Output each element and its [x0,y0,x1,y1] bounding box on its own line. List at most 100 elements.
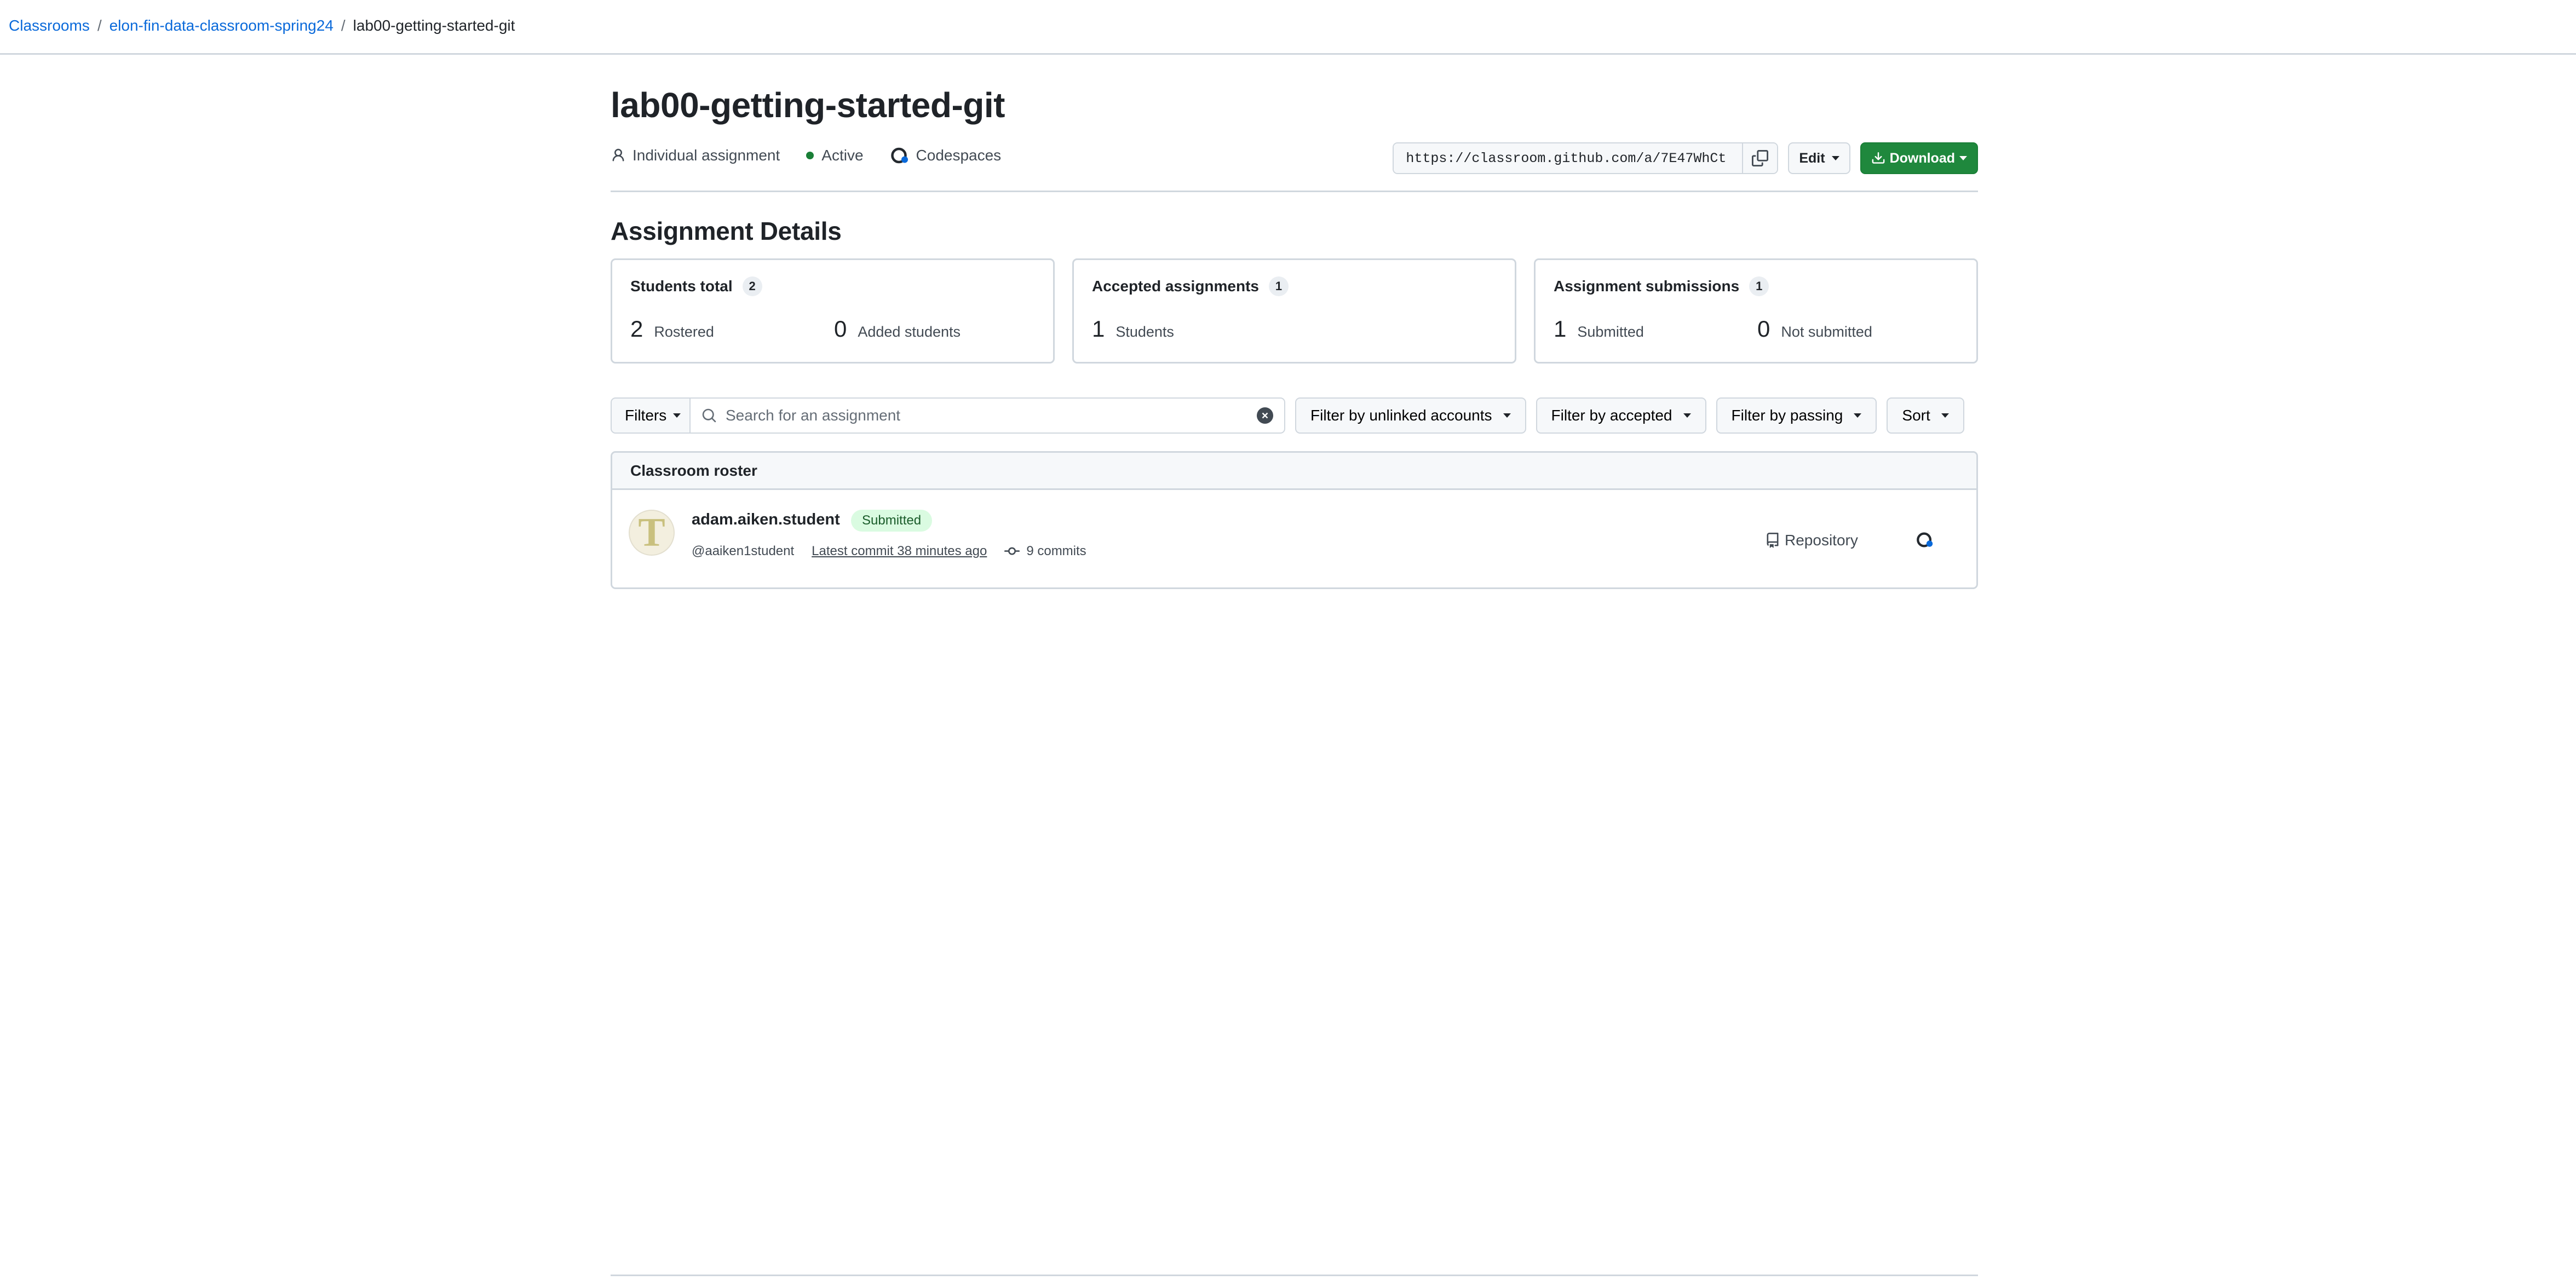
count-badge: 1 [1749,276,1769,296]
sort-button[interactable]: Sort [1887,397,1964,434]
breadcrumb: Classrooms / elon-fin-data-classroom-spr… [9,17,515,34]
avatar-initial: T [638,510,665,555]
status-label: Active [821,147,864,164]
search-box [691,397,1285,434]
person-icon [612,148,624,162]
assignment-meta: Individual assignment Active Codespaces [611,146,1027,165]
codespaces-icon [890,147,908,164]
stat-value: 0 [834,316,847,342]
assignment-type-label: Individual assignment [633,147,780,164]
search-icon [702,408,716,423]
copy-icon [1752,150,1769,166]
stat-students: 1 Students [1092,316,1296,342]
card-stats: 2 Rostered 0 Added students [630,316,1038,342]
card-stats: 1 Submitted 0 Not submitted [1554,316,1961,342]
filter-bar: Filters Filter by unlinked accounts Filt… [611,397,1978,434]
card-title: Assignment submissions [1554,278,1740,295]
status-badge: Submitted [851,510,933,532]
repository-label: Repository [1785,532,1858,549]
invite-url-field[interactable] [1394,143,1743,173]
stat-label: Students [1116,324,1174,340]
card-title: Accepted assignments [1092,278,1259,295]
details-heading: Assignment Details [611,217,842,245]
filter-accepted-label: Filter by accepted [1551,407,1672,424]
breadcrumb-current: lab00-getting-started-git [353,17,515,34]
stat-value: 0 [1757,316,1770,342]
status-dot-icon [806,152,814,159]
breadcrumb-classrooms-link[interactable]: Classrooms [9,17,90,34]
stat-added-students: 0 Added students [834,316,1038,342]
assignment-status: Active [806,147,864,164]
latest-commit-link[interactable]: Latest commit 38 minutes ago [812,544,987,559]
chevron-down-icon [1941,413,1949,418]
download-icon [1872,152,1884,164]
footer-divider [611,1275,1978,1276]
assignment-type: Individual assignment [611,147,780,164]
card-header: Assignment submissions 1 [1554,276,1958,296]
filters-label: Filters [625,407,667,424]
edit-button[interactable]: Edit [1788,142,1850,174]
stat-value: 1 [1092,316,1105,342]
chevron-down-icon [1831,156,1839,160]
student-name-link[interactable]: adam.aiken.student [692,511,840,529]
commit-count: 9 commits [1004,544,1086,559]
copy-url-button[interactable] [1742,143,1778,173]
filter-unlinked-label: Filter by unlinked accounts [1310,407,1492,424]
filter-unlinked-accounts-button[interactable]: Filter by unlinked accounts [1295,397,1526,434]
card-header: Students total 2 [630,276,1035,296]
stat-submitted: 1 Submitted [1554,316,1757,342]
stat-label: Submitted [1577,324,1644,340]
stat-rostered: 2 Rostered [630,316,834,342]
accepted-assignments-card: Accepted assignments 1 1 Students [1072,258,1516,364]
stat-label: Added students [858,324,961,340]
details-cards: Students total 2 2 Rostered 0 Added stud… [611,258,1978,364]
chevron-down-icon [1854,413,1862,418]
repository-link[interactable]: Repository [1765,532,1858,549]
breadcrumb-classroom-link[interactable]: elon-fin-data-classroom-spring24 [110,17,334,34]
header-divider [611,191,1978,192]
assignment-actions: Edit Download [1393,142,1978,174]
card-stats: 1 Students [1092,316,1296,342]
codespaces-icon[interactable] [1916,531,1934,553]
stat-label: Not submitted [1781,324,1872,340]
card-title: Students total [630,278,733,295]
download-button[interactable]: Download [1860,142,1978,174]
avatar[interactable]: T [629,510,675,556]
roster-header: Classroom roster [612,453,1976,490]
stat-not-submitted: 0 Not submitted [1757,316,1961,342]
top-bar: Classrooms / elon-fin-data-classroom-spr… [0,0,2576,55]
list-item: T adam.aiken.student Submitted @aaiken1s… [612,490,1976,587]
chevron-down-icon [1683,413,1691,418]
student-handle: @aaiken1student [692,544,795,558]
count-badge: 2 [742,276,762,296]
chevron-down-icon [1959,156,1967,160]
breadcrumb-separator: / [97,17,102,34]
assignment-environment: Codespaces [890,146,1002,165]
invite-url-group [1393,142,1779,174]
download-button-label: Download [1889,150,1955,166]
search-input[interactable] [726,407,1257,424]
stat-value: 1 [1554,316,1567,342]
edit-button-label: Edit [1799,150,1825,166]
environment-label: Codespaces [916,147,1002,164]
assignment-submissions-card: Assignment submissions 1 1 Submitted 0 N… [1534,258,1978,364]
repo-icon [1767,533,1779,548]
count-badge: 1 [1269,276,1289,296]
chevron-down-icon [1503,413,1511,418]
filter-accepted-button[interactable]: Filter by accepted [1536,397,1706,434]
commit-count-label: 9 commits [1026,544,1086,558]
clear-search-icon[interactable] [1257,407,1273,424]
git-commit-icon [1004,547,1020,555]
student-meta: @aaiken1student Latest commit 38 minutes… [692,544,1086,559]
page-title: lab00-getting-started-git [611,85,1005,125]
classroom-roster: Classroom roster T adam.aiken.student Su… [611,451,1978,589]
filter-passing-button[interactable]: Filter by passing [1716,397,1877,434]
card-header: Accepted assignments 1 [1092,276,1497,296]
students-total-card: Students total 2 2 Rostered 0 Added stud… [611,258,1055,364]
chevron-down-icon [673,413,681,418]
filters-dropdown-button[interactable]: Filters [611,397,691,434]
stat-value: 2 [630,316,643,342]
breadcrumb-separator: / [341,17,346,34]
filter-passing-label: Filter by passing [1731,407,1843,424]
stat-label: Rostered [654,324,714,340]
